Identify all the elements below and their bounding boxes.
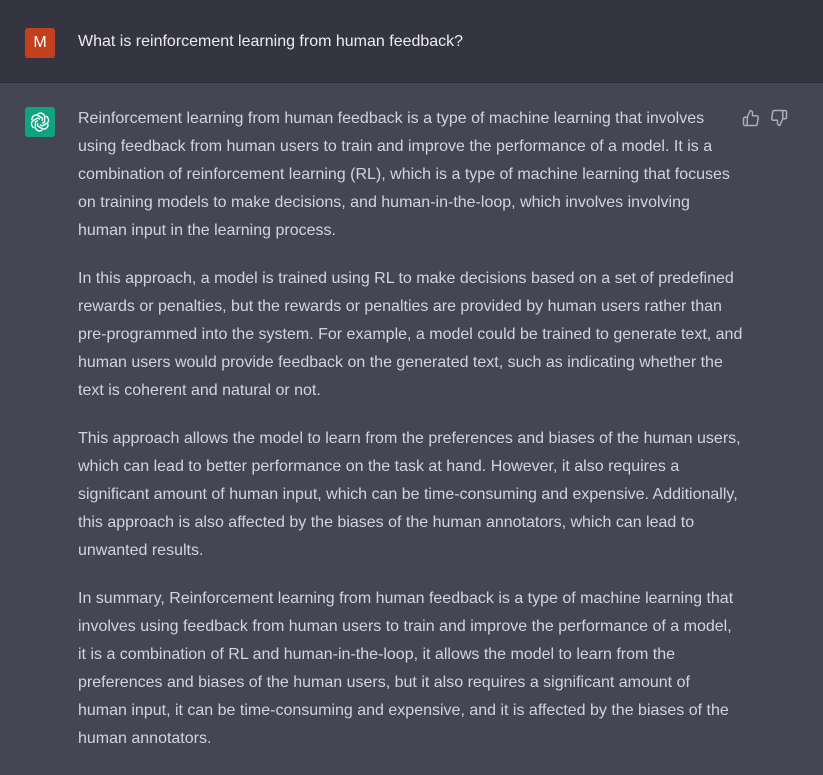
response-paragraph: This approach allows the model to learn …	[78, 430, 741, 559]
user-message-text: What is reinforcement learning from huma…	[78, 33, 464, 50]
response-paragraph: In summary, Reinforcement learning from …	[78, 590, 734, 747]
assistant-message-row: Reinforcement learning from human feedba…	[0, 83, 823, 775]
thumbs-down-icon[interactable]	[770, 109, 788, 127]
assistant-response: Reinforcement learning from human feedba…	[78, 105, 743, 773]
thumbs-up-icon[interactable]	[742, 109, 760, 127]
openai-logo-icon	[25, 107, 55, 137]
user-avatar: M	[25, 28, 55, 58]
response-paragraph: In this approach, a model is trained usi…	[78, 270, 743, 399]
response-paragraph: Reinforcement learning from human feedba…	[78, 110, 730, 239]
user-message-row: M What is reinforcement learning from hu…	[0, 0, 823, 83]
